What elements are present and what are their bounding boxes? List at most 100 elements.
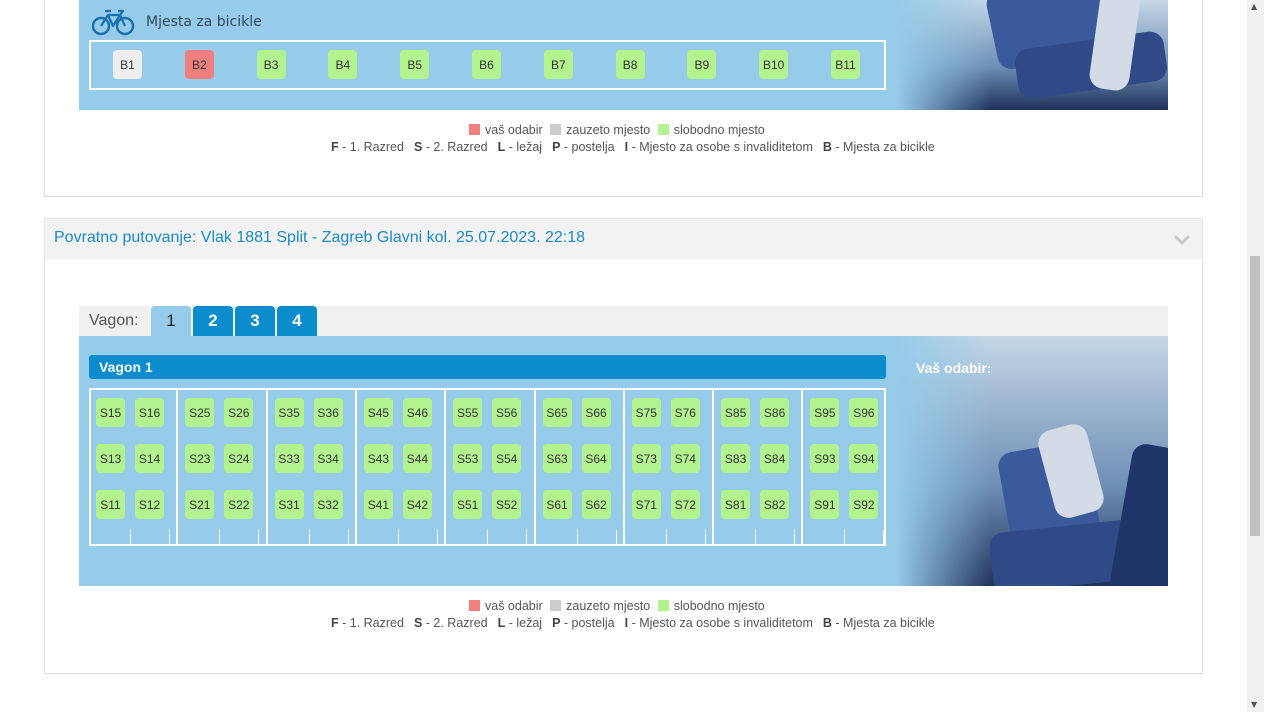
seat-s25[interactable]: S25	[185, 398, 215, 427]
seat-s95[interactable]: S95	[810, 398, 840, 427]
seat-s22[interactable]: S22	[224, 490, 254, 519]
seat-s14[interactable]: S14	[135, 444, 164, 473]
seat-s32[interactable]: S32	[313, 490, 343, 519]
compartment-tick	[844, 530, 846, 544]
seat-s53[interactable]: S53	[453, 444, 483, 473]
seat-s61[interactable]: S61	[542, 490, 572, 519]
seat-s42[interactable]: S42	[402, 490, 432, 519]
seat-s46[interactable]: S46	[402, 398, 432, 427]
mine-swatch	[469, 124, 480, 135]
seat-s92[interactable]: S92	[849, 490, 879, 519]
bike-seat-b5[interactable]: B5	[400, 50, 430, 79]
seat-s13[interactable]: S13	[96, 444, 125, 473]
seat-s64[interactable]: S64	[581, 444, 611, 473]
seat-s45[interactable]: S45	[363, 398, 393, 427]
seat-s62[interactable]: S62	[581, 490, 611, 519]
seat-s94[interactable]: S94	[849, 444, 879, 473]
seat-s66[interactable]: S66	[581, 398, 611, 427]
seat-s52[interactable]: S52	[492, 490, 522, 519]
bike-seat-b9[interactable]: B9	[687, 50, 717, 79]
seat-s82[interactable]: S82	[760, 490, 790, 519]
seat-s23[interactable]: S23	[185, 444, 215, 473]
legend-colors: vaš odabir zauzeto mjesto slobodno mjest…	[469, 123, 769, 137]
seat-s65[interactable]: S65	[542, 398, 572, 427]
seat-s35[interactable]: S35	[274, 398, 304, 427]
seat-s71[interactable]: S71	[631, 490, 661, 519]
bike-seat-b8[interactable]: B8	[615, 50, 645, 79]
seat-s51[interactable]: S51	[453, 490, 483, 519]
legend-code-b: B	[822, 616, 832, 630]
compartment-tick	[794, 530, 796, 544]
wagon-tabs: Vagon: 1 2 3 4	[79, 306, 1168, 336]
legend-colors: vaš odabir zauzeto mjesto slobodno mjest…	[469, 599, 769, 613]
seat-s73[interactable]: S73	[631, 444, 661, 473]
seat-s85[interactable]: S85	[721, 398, 751, 427]
bike-seat-b3[interactable]: B3	[256, 50, 286, 79]
legend-code-f: F	[331, 616, 339, 630]
seat-s72[interactable]: S72	[670, 490, 700, 519]
seat-s84[interactable]: S84	[760, 444, 790, 473]
seat-s54[interactable]: S54	[492, 444, 522, 473]
seat-s36[interactable]: S36	[313, 398, 343, 427]
seat-s11[interactable]: S11	[96, 490, 125, 519]
chevron-down-icon[interactable]	[1174, 232, 1190, 248]
vertical-scrollbar[interactable]: ▲ ▼	[1247, 0, 1264, 712]
seat-s93[interactable]: S93	[810, 444, 840, 473]
bike-seat-b11[interactable]: B11	[831, 50, 860, 79]
scroll-down-icon[interactable]: ▼	[1251, 700, 1257, 709]
seat-s26[interactable]: S26	[224, 398, 254, 427]
compartment-tick	[436, 530, 438, 544]
scroll-up-icon[interactable]: ▲	[1251, 2, 1257, 11]
tab-wagon-1[interactable]: 1	[151, 306, 191, 336]
seat-s24[interactable]: S24	[224, 444, 254, 473]
seat-s31[interactable]: S31	[274, 490, 304, 519]
seat-s86[interactable]: S86	[760, 398, 790, 427]
compartment-tick	[704, 530, 706, 544]
your-choice-label: Vaš odabir:	[916, 360, 992, 376]
return-trip-header[interactable]: Povratno putovanje: Vlak 1881 Split - Za…	[44, 218, 1203, 260]
seat-s43[interactable]: S43	[363, 444, 393, 473]
seat-s76[interactable]: S76	[670, 398, 700, 427]
compartment-tick	[883, 530, 885, 544]
taken-swatch	[550, 124, 562, 135]
tab-wagon-4[interactable]: 4	[277, 306, 317, 336]
seat-photo	[896, 0, 1168, 110]
compartment-tick	[487, 530, 489, 544]
seat-s96[interactable]: S96	[849, 398, 879, 427]
seat-s44[interactable]: S44	[402, 444, 432, 473]
legend-codes: F - 1. Razred S - 2. Razred L - ležaj P - p…	[331, 140, 945, 154]
seat-s91[interactable]: S91	[810, 490, 840, 519]
compartment-tick	[258, 530, 260, 544]
seat-s16[interactable]: S16	[135, 398, 164, 427]
compartment-tick	[308, 530, 310, 544]
seat-s41[interactable]: S41	[363, 490, 393, 519]
bike-seat-b10[interactable]: B10	[759, 50, 789, 79]
bike-seat-b7[interactable]: B7	[543, 50, 573, 79]
seat-s75[interactable]: S75	[631, 398, 661, 427]
scrollbar-thumb[interactable]	[1250, 256, 1260, 536]
legend-free: slobodno mjesto	[673, 599, 765, 613]
seat-s63[interactable]: S63	[542, 444, 572, 473]
bicycle-icon	[91, 9, 135, 36]
bike-seat-b6[interactable]: B6	[472, 50, 501, 79]
seat-s74[interactable]: S74	[670, 444, 700, 473]
tab-wagon-2[interactable]: 2	[193, 306, 233, 336]
seat-s33[interactable]: S33	[274, 444, 304, 473]
seat-s83[interactable]: S83	[721, 444, 751, 473]
seat-s34[interactable]: S34	[313, 444, 343, 473]
bike-header: Mjesta za bicikle	[91, 6, 262, 38]
seat-s15[interactable]: S15	[96, 398, 125, 427]
seat-s56[interactable]: S56	[492, 398, 522, 427]
tab-wagon-3[interactable]: 3	[235, 306, 275, 336]
seat-s12[interactable]: S12	[135, 490, 164, 519]
wagon-title: Vagon 1	[89, 355, 886, 379]
legend-code-b: B	[822, 140, 832, 154]
bike-seat-b4[interactable]: B4	[328, 50, 358, 79]
legend-taken: zauzeto mjesto	[566, 599, 651, 613]
seat-s81[interactable]: S81	[721, 490, 751, 519]
legend-code-text: - 2. Razred	[422, 140, 488, 154]
seat-s55[interactable]: S55	[453, 398, 483, 427]
compartment-divider	[801, 388, 804, 546]
seat-s21[interactable]: S21	[185, 490, 215, 519]
compartment-tick	[169, 530, 170, 544]
